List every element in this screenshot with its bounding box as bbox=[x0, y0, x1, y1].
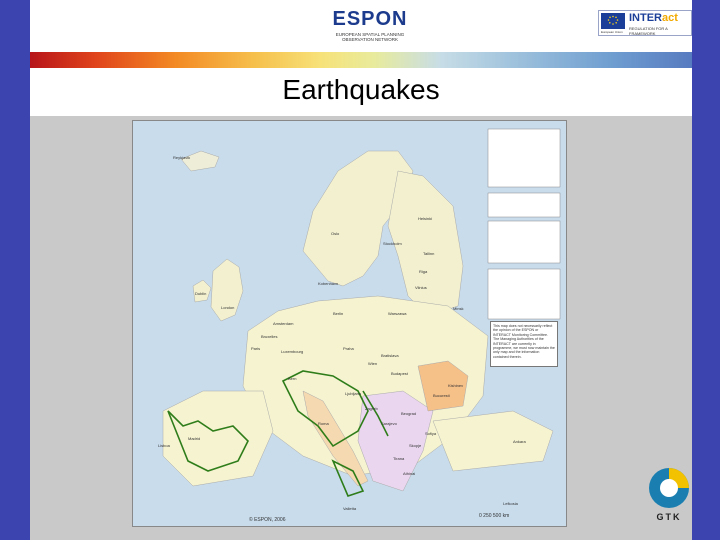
map-label: Skopje bbox=[409, 443, 422, 448]
map-label: Warszawa bbox=[388, 311, 407, 316]
map-label: Lefkosia bbox=[503, 501, 518, 506]
earthquake-map: This map does not necessarily reflect th… bbox=[132, 120, 567, 527]
interact-logo: INTERact REGULATION FOR A FRAMEWORK Euro… bbox=[598, 10, 692, 36]
inset-panels bbox=[487, 128, 561, 320]
map-label: Ankara bbox=[513, 439, 526, 444]
map-label: Bucuresti bbox=[433, 393, 450, 398]
map-label: Roma bbox=[318, 421, 329, 426]
map-label: Helsinki bbox=[418, 216, 433, 221]
map-label: Sarajevo bbox=[381, 421, 397, 426]
gtk-logo: GTK bbox=[647, 466, 691, 526]
map-label: Reykjavik bbox=[173, 155, 191, 160]
map-label: Bratislava bbox=[381, 353, 399, 358]
map-label: Kishinev bbox=[448, 383, 464, 388]
map-label: Dublin bbox=[195, 291, 207, 296]
map-label: Tirana bbox=[393, 456, 405, 461]
map-label: Lisboa bbox=[158, 443, 170, 448]
map-label: Budapest bbox=[391, 371, 408, 376]
interact-subtitle: REGULATION FOR A FRAMEWORK bbox=[629, 26, 668, 36]
map-label: Stockholm bbox=[383, 241, 402, 246]
map-label: Berlin bbox=[333, 311, 344, 316]
map-label: Tallinn bbox=[423, 251, 435, 256]
interact-word-act: act bbox=[662, 12, 678, 24]
eu-subtitle: European Union bbox=[601, 30, 623, 34]
map-label: Minsk bbox=[453, 306, 464, 311]
map-label: Bruxelles bbox=[261, 334, 278, 339]
map-label: Ljubljana bbox=[345, 391, 362, 396]
interact-wordmark: INTERact bbox=[629, 12, 678, 24]
map-label: Vilnius bbox=[415, 285, 427, 290]
map-label: Wien bbox=[368, 361, 378, 366]
map-label: London bbox=[221, 305, 235, 310]
map-label: Athinai bbox=[403, 471, 416, 476]
espon-wordmark: ESPON bbox=[332, 8, 408, 30]
map-label: Zagreb bbox=[365, 406, 378, 411]
color-banner bbox=[30, 52, 692, 68]
map-label: Valletta bbox=[343, 506, 357, 511]
map-label: Sofiya bbox=[425, 431, 437, 436]
title-band: Earthquakes bbox=[30, 68, 692, 116]
slide: ESPON EUROPEAN SPATIAL PLANNING OBSERVAT… bbox=[30, 0, 692, 540]
map-copyright: © ESPON, 2006 bbox=[249, 517, 286, 523]
espon-logo: ESPON EUROPEAN SPATIAL PLANNING OBSERVAT… bbox=[330, 8, 410, 50]
slide-title: Earthquakes bbox=[282, 74, 440, 105]
map-disclaimer: This map does not necessarily reflect th… bbox=[490, 321, 558, 367]
map-label: Madrid bbox=[188, 436, 201, 441]
gtk-globe-icon bbox=[649, 468, 689, 508]
interact-word-inter: INTER bbox=[629, 12, 662, 24]
map-label: Paris bbox=[251, 346, 261, 351]
map-label: Praha bbox=[343, 346, 354, 351]
map-label: Oslo bbox=[331, 231, 340, 236]
map-label: Bern bbox=[288, 376, 297, 381]
map-label: Luxembourg bbox=[281, 349, 304, 354]
eu-flag-icon bbox=[601, 13, 625, 29]
map-label: Kobenhavn bbox=[318, 281, 339, 286]
espon-subtitle: EUROPEAN SPATIAL PLANNING OBSERVATION NE… bbox=[335, 32, 405, 42]
map-label: Riga bbox=[419, 269, 428, 274]
map-label: Amsterdam bbox=[273, 321, 294, 326]
map-scale: 0 250 500 km bbox=[479, 513, 510, 519]
gtk-wordmark: GTK bbox=[656, 512, 682, 522]
slide-header: ESPON EUROPEAN SPATIAL PLANNING OBSERVAT… bbox=[30, 0, 692, 52]
map-label: Beograd bbox=[401, 411, 417, 416]
